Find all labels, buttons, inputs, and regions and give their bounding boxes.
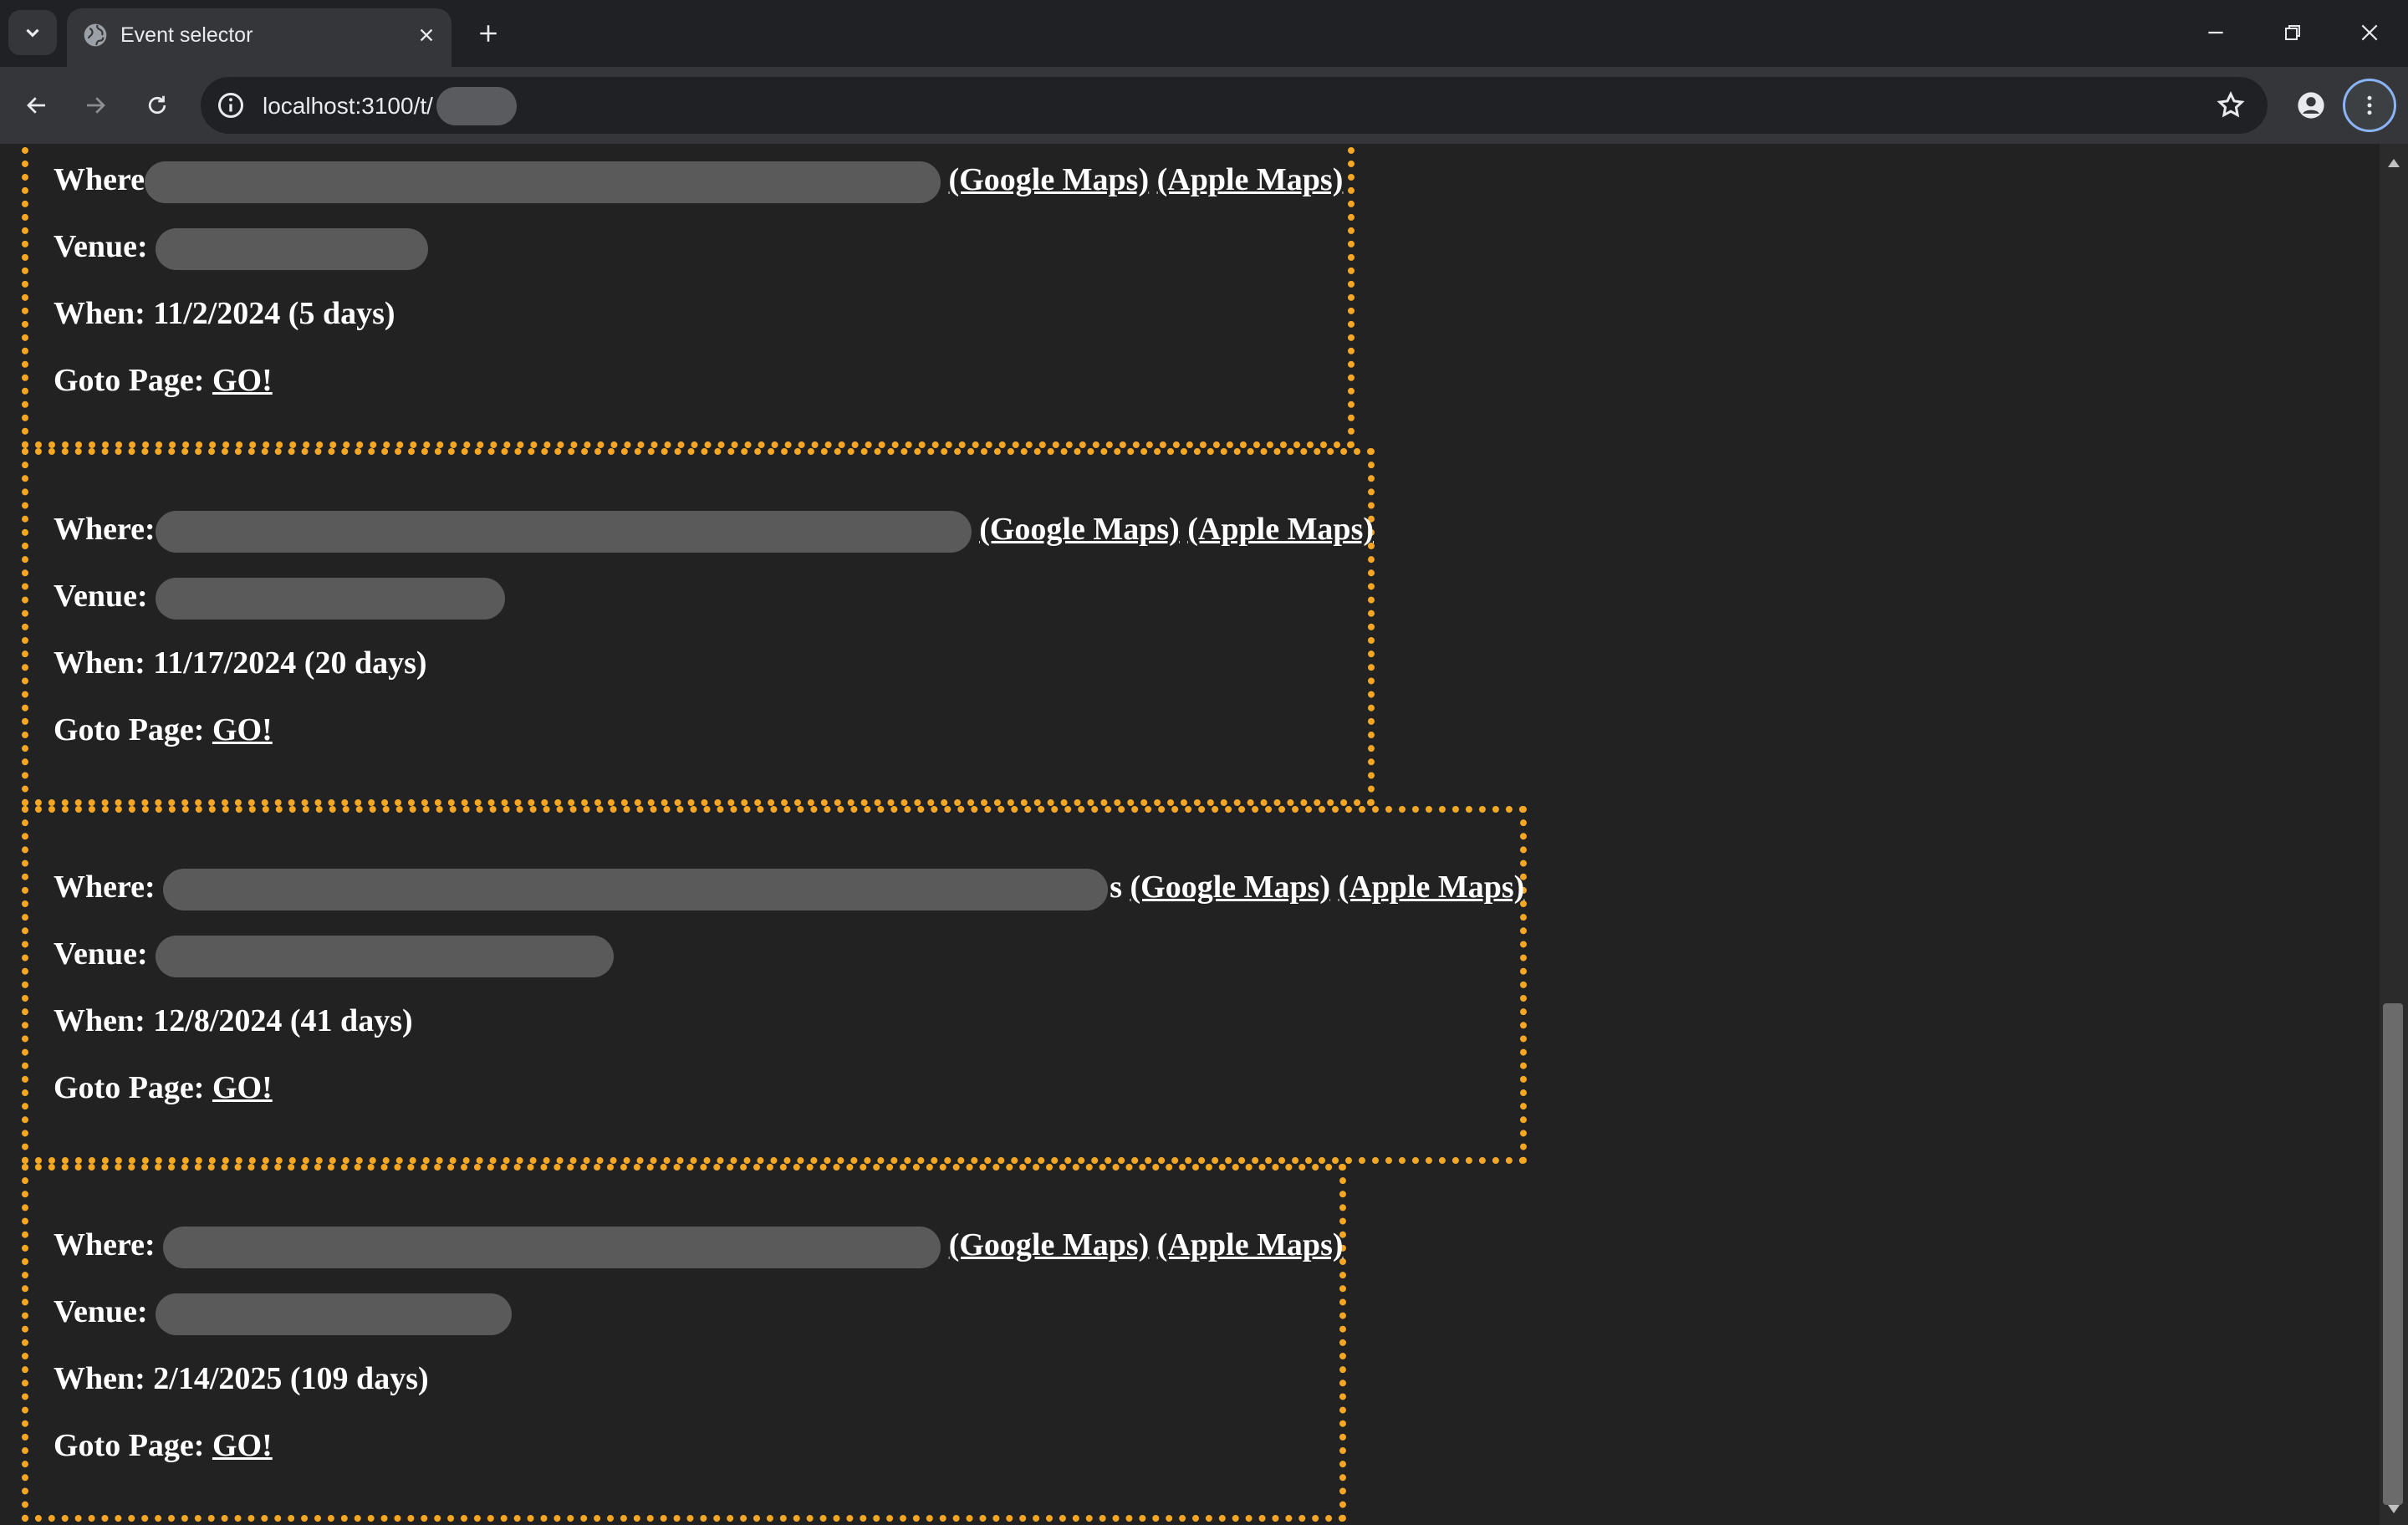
venue-row: Venue: [54,1293,513,1336]
when-row: When: 2/14/2025 (109 days) [54,1361,429,1396]
minimize-button[interactable] [2191,12,2241,54]
venue-redaction [156,578,506,620]
where-redaction [163,869,1109,911]
triangle-down-icon [2388,1505,2400,1513]
venue-row: Venue: [54,227,429,271]
goto-row: Goto Page: GO! [54,1069,273,1107]
go-link[interactable]: GO! [212,712,273,747]
page-scrollbar[interactable] [2380,144,2408,1525]
goto-row: Goto Page: GO! [54,1426,273,1465]
google-maps-link[interactable]: (Google Maps) [949,162,1150,197]
venue-label: Venue: [54,579,148,614]
kebab-menu-icon [2367,95,2372,115]
restore-button[interactable] [2268,12,2318,54]
plus-icon [480,25,497,42]
address-bar[interactable]: localhost:3100/t/ [201,77,2268,134]
goto-label: Goto Page: [54,712,205,747]
where-label: Where: [54,1227,156,1262]
when-row: When: 11/17/2024 (20 days) [54,645,427,681]
where-redaction [155,511,972,553]
reload-button[interactable] [135,84,179,127]
when-row: When: 12/8/2024 (41 days) [54,1003,413,1038]
browser-toolbar: localhost:3100/t/ [0,67,2408,144]
apple-maps-link[interactable]: (Apple Maps) [1187,512,1374,547]
where-row: Where: s (Google Maps) (Apple Maps) [54,868,1525,911]
venue-label: Venue: [54,229,148,264]
go-link[interactable]: GO! [212,363,273,398]
window-close-button[interactable] [2344,12,2395,54]
goto-label: Goto Page: [54,1428,205,1463]
venue-redaction [156,1293,513,1336]
reload-icon [148,95,166,115]
active-tab[interactable]: Event selector [67,8,452,67]
go-link[interactable]: GO! [212,1070,273,1105]
where-label: Where: [54,512,156,547]
google-maps-link[interactable]: (Google Maps) [979,512,1180,547]
tab-search-button[interactable] [8,10,57,55]
event-card: Where: (Google Maps) (Apple Maps) Venue:… [22,448,1375,806]
site-info-icon[interactable] [216,90,246,120]
where-redaction [163,1227,941,1269]
google-maps-link[interactable]: (Google Maps) [949,1227,1150,1262]
apple-maps-link[interactable]: (Apple Maps) [1157,162,1344,197]
where-row: Where: (Google Maps) (Apple Maps) [54,510,1374,553]
goto-label: Goto Page: [54,1070,205,1105]
venue-redaction [156,228,429,271]
scroll-down-button[interactable] [2380,1497,2408,1522]
venue-label: Venue: [54,936,148,972]
when-row: When: 11/2/2024 (5 days) [54,296,395,331]
bookmark-star-icon[interactable] [2216,90,2246,120]
person-icon [2298,92,2324,119]
where-row: Where (Google Maps) (Apple Maps) [54,161,1344,204]
event-card: Where (Google Maps) (Apple Maps) Venue: … [22,144,1354,448]
venue-row: Venue: [54,577,506,620]
browser-menu-button[interactable] [2343,79,2396,132]
profile-button[interactable] [2288,82,2334,129]
scrollbar-thumb[interactable] [2383,1003,2403,1505]
forward-button[interactable] [74,84,117,127]
chevron-down-icon [26,28,39,38]
tab-close-button[interactable] [411,20,441,50]
venue-redaction [156,936,615,978]
event-card: Where: (Google Maps) (Apple Maps) Venue:… [22,1164,1346,1522]
apple-maps-link[interactable]: (Apple Maps) [1157,1227,1344,1262]
globe-icon [84,23,107,47]
where-label: Where [54,162,145,197]
tab-strip: Event selector [0,0,2408,67]
close-icon [2361,24,2378,41]
venue-row: Venue: [54,935,615,978]
apple-maps-link[interactable]: (Apple Maps) [1339,870,1525,905]
scroll-up-button[interactable] [2380,150,2408,176]
goto-row: Goto Page: GO! [54,361,273,400]
triangle-up-icon [2388,159,2400,167]
arrow-left-icon [27,97,45,114]
url-text[interactable]: localhost:3100/t/ [263,93,433,120]
arrow-right-icon [87,97,105,114]
where-row: Where: (Google Maps) (Apple Maps) [54,1226,1344,1269]
url-redaction [436,87,517,125]
venue-label: Venue: [54,1294,148,1329]
event-card: Where: s (Google Maps) (Apple Maps) Venu… [22,806,1527,1164]
new-tab-button[interactable] [470,15,507,52]
where-redaction [145,161,941,204]
goto-label: Goto Page: [54,363,205,398]
where-label: Where: [54,870,156,905]
where-tail-text: s [1110,870,1122,905]
go-link[interactable]: GO! [212,1428,273,1463]
close-icon [420,28,433,42]
restore-icon [2285,25,2300,40]
google-maps-link[interactable]: (Google Maps) [1130,870,1331,905]
minimize-icon [2208,31,2223,34]
back-button[interactable] [15,84,59,127]
page-viewport: Where (Google Maps) (Apple Maps) Venue: … [0,144,2380,1525]
tab-title: Event selector [120,23,253,47]
goto-row: Goto Page: GO! [54,711,273,749]
